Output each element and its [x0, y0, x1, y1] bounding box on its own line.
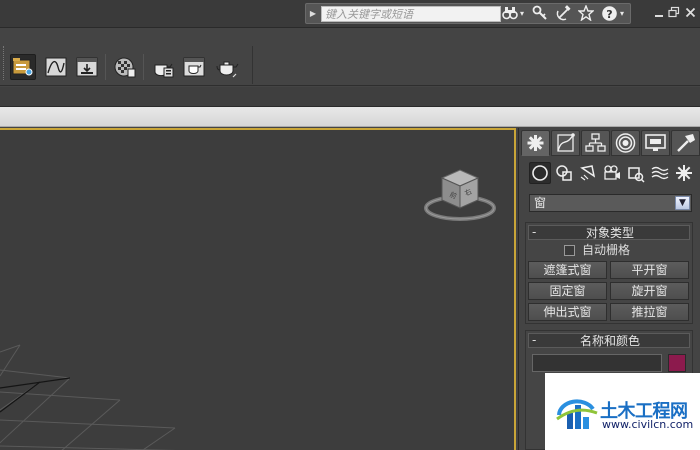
object-name-field[interactable]: [532, 354, 662, 372]
schematic-view-icon[interactable]: [74, 54, 100, 80]
category-dropdown-value: 窗: [534, 196, 547, 210]
search-dropdown-icon[interactable]: ▾: [520, 5, 524, 22]
pivoted-window-button[interactable]: 旋开窗: [610, 282, 689, 300]
infocenter-bar: ▶ ▾ ? ▾: [305, 3, 631, 24]
object-color-swatch[interactable]: [668, 354, 686, 372]
object-type-rollout: - 对象类型 自动栅格 遮篷式窗 平开窗 固定窗 旋开窗 伸出式窗 推拉窗: [525, 222, 693, 324]
chevron-down-icon[interactable]: ▼: [675, 196, 690, 210]
satellite-icon[interactable]: [556, 5, 572, 22]
svg-text:?: ?: [606, 8, 612, 21]
perspective-viewport[interactable]: 前 右: [0, 128, 516, 450]
toolbar-separator: [105, 54, 106, 80]
toolbar-gap: [0, 87, 700, 107]
motion-tab-icon[interactable]: [611, 130, 640, 156]
key-icon[interactable]: [532, 5, 548, 22]
create-tab-icon[interactable]: [521, 130, 550, 156]
material-editor-icon[interactable]: [112, 54, 138, 80]
sliding-window-button[interactable]: 推拉窗: [610, 303, 689, 321]
toolbar-grip[interactable]: [3, 46, 6, 80]
star-icon[interactable]: [577, 4, 595, 22]
main-toolbar: [0, 28, 700, 86]
rollout-header[interactable]: - 名称和颜色: [528, 333, 690, 348]
minimize-icon[interactable]: [652, 5, 665, 21]
toolbar-separator: [143, 54, 144, 80]
watermark-logo-icon: [556, 399, 598, 429]
create-subcategories: [525, 162, 697, 186]
systems-icon[interactable]: [673, 162, 695, 184]
render-setup-icon[interactable]: [150, 54, 176, 80]
restore-icon[interactable]: [667, 5, 680, 21]
checkbox-box[interactable]: [564, 245, 575, 256]
help-dropdown-icon[interactable]: ▾: [620, 5, 624, 22]
render-frame-icon[interactable]: [181, 54, 207, 80]
command-panel-tabs: [521, 130, 700, 156]
autogrid-label: 自动栅格: [582, 243, 631, 257]
cameras-icon[interactable]: [601, 162, 623, 184]
awning-window-button[interactable]: 遮篷式窗: [528, 261, 607, 279]
render-teapot-icon[interactable]: [214, 54, 240, 80]
display-tab-icon[interactable]: [641, 130, 670, 156]
close-icon[interactable]: [684, 5, 697, 21]
viewcube-icon[interactable]: 前 右: [424, 162, 498, 224]
binoculars-icon[interactable]: [502, 5, 518, 22]
modify-tab-icon[interactable]: [551, 130, 580, 156]
ribbon-bar[interactable]: [0, 107, 700, 127]
toolbar-end-divider: [252, 46, 253, 84]
geometry-icon[interactable]: [529, 162, 551, 184]
fixed-window-button[interactable]: 固定窗: [528, 282, 607, 300]
scene-explorer-icon[interactable]: [10, 54, 36, 80]
rollout-header[interactable]: - 对象类型: [528, 225, 690, 240]
help-icon[interactable]: ?: [601, 5, 618, 22]
lights-icon[interactable]: [577, 162, 599, 184]
category-dropdown[interactable]: 窗 ▼: [529, 194, 692, 212]
watermark: 土木工程网 www.civilcn.com: [545, 373, 700, 450]
projected-window-button[interactable]: 伸出式窗: [528, 303, 607, 321]
utilities-tab-icon[interactable]: [671, 130, 700, 156]
hierarchy-tab-icon[interactable]: [581, 130, 610, 156]
rollout-title: 名称和颜色: [579, 334, 640, 348]
curve-editor-icon[interactable]: [43, 54, 69, 80]
rollout-title: 对象类型: [585, 226, 634, 240]
space-warps-icon[interactable]: [649, 162, 671, 184]
title-bar: ▶ ▾ ? ▾: [0, 0, 700, 28]
casement-window-button[interactable]: 平开窗: [610, 261, 689, 279]
expand-arrow-icon[interactable]: ▶: [306, 4, 320, 23]
shapes-icon[interactable]: [553, 162, 575, 184]
helpers-icon[interactable]: [625, 162, 647, 184]
watermark-url: www.civilcn.com: [602, 418, 694, 431]
search-input[interactable]: [321, 6, 501, 22]
